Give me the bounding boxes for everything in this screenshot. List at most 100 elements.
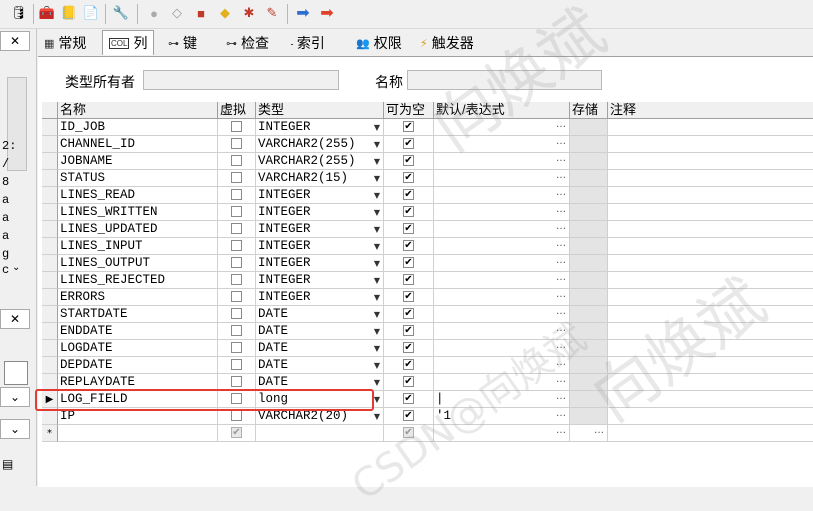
- chevron-down-icon[interactable]: ▼: [374, 306, 380, 322]
- cell-default[interactable]: …: [434, 204, 570, 221]
- cell-type[interactable]: INTEGER ▼: [256, 119, 384, 136]
- close-button-2[interactable]: ✕: [0, 309, 30, 329]
- cell-default[interactable]: …: [434, 119, 570, 136]
- red-gear-icon[interactable]: ✱: [240, 4, 258, 22]
- virtual-checkbox[interactable]: [231, 138, 242, 149]
- ellipsis-icon[interactable]: …: [556, 238, 566, 252]
- nullable-checkbox[interactable]: ✔: [403, 172, 414, 183]
- chevron-down-icon[interactable]: ▼: [374, 153, 380, 169]
- dropdown-2[interactable]: ⌄: [0, 419, 30, 439]
- nullable-checkbox[interactable]: ✔: [403, 257, 414, 268]
- virtual-checkbox[interactable]: [231, 223, 242, 234]
- virtual-checkbox[interactable]: [231, 155, 242, 166]
- cell-storage[interactable]: [570, 323, 608, 340]
- cell-default[interactable]: …: [434, 187, 570, 204]
- chevron-down-icon[interactable]: ▼: [374, 391, 380, 407]
- cell-comment[interactable]: [608, 357, 813, 374]
- cell-virtual[interactable]: [218, 221, 256, 238]
- cell-type[interactable]: INTEGER ▼: [256, 221, 384, 238]
- document-icon[interactable]: 📄: [82, 4, 100, 22]
- virtual-checkbox[interactable]: [231, 274, 242, 285]
- ellipsis-icon[interactable]: …: [556, 136, 566, 150]
- ellipsis-icon[interactable]: …: [556, 119, 566, 133]
- cell-storage[interactable]: [570, 119, 608, 136]
- chevron-down-icon[interactable]: ▼: [374, 238, 380, 254]
- cell-name[interactable]: LINES_READ: [58, 187, 218, 204]
- cell-virtual[interactable]: [218, 340, 256, 357]
- cell-type[interactable]: DATE ▼: [256, 306, 384, 323]
- color-box[interactable]: [4, 361, 28, 385]
- ellipsis-icon[interactable]: …: [556, 289, 566, 303]
- tab-checks[interactable]: ⊶ 检查: [226, 32, 269, 54]
- cell-name[interactable]: ID_JOB: [58, 119, 218, 136]
- cell-virtual[interactable]: [218, 357, 256, 374]
- cell-name[interactable]: LINES_INPUT: [58, 238, 218, 255]
- ellipsis-icon[interactable]: …: [556, 187, 566, 201]
- cell-type[interactable]: INTEGER ▼: [256, 187, 384, 204]
- sql-exec-icon[interactable]: ●: [145, 4, 163, 22]
- header-default[interactable]: 默认/表达式: [434, 102, 570, 119]
- ellipsis-icon[interactable]: …: [556, 153, 566, 167]
- cell-type[interactable]: [256, 425, 384, 442]
- cell-type[interactable]: DATE ▼: [256, 323, 384, 340]
- chevron-down-icon[interactable]: ▼: [374, 204, 380, 220]
- cell-name[interactable]: ERRORS: [58, 289, 218, 306]
- cell-default[interactable]: …: [434, 170, 570, 187]
- nullable-checkbox[interactable]: ✔: [403, 189, 414, 200]
- eraser-icon[interactable]: ◇: [168, 4, 186, 22]
- cell-storage[interactable]: [570, 204, 608, 221]
- wrench-icon[interactable]: 🔧: [112, 4, 130, 22]
- cell-nullable[interactable]: ✔: [384, 187, 434, 204]
- cell-storage[interactable]: [570, 238, 608, 255]
- ellipsis-icon[interactable]: …: [556, 272, 566, 286]
- nullable-checkbox[interactable]: ✔: [403, 427, 414, 438]
- cell-type[interactable]: INTEGER ▼: [256, 272, 384, 289]
- cell-type[interactable]: INTEGER ▼: [256, 289, 384, 306]
- ellipsis-icon[interactable]: …: [556, 221, 566, 235]
- cell-name[interactable]: STATUS: [58, 170, 218, 187]
- cell-nullable[interactable]: ✔: [384, 255, 434, 272]
- ellipsis-icon[interactable]: …: [556, 204, 566, 218]
- cell-storage[interactable]: [570, 374, 608, 391]
- cell-name[interactable]: DEPDATE: [58, 357, 218, 374]
- cell-name[interactable]: [58, 425, 218, 442]
- nullable-checkbox[interactable]: ✔: [403, 308, 414, 319]
- cell-default[interactable]: …: [434, 153, 570, 170]
- ellipsis-icon[interactable]: …: [556, 408, 566, 422]
- cell-virtual[interactable]: [218, 204, 256, 221]
- nullable-checkbox[interactable]: ✔: [403, 121, 414, 132]
- nullable-checkbox[interactable]: ✔: [403, 274, 414, 285]
- cell-default[interactable]: …: [434, 340, 570, 357]
- ellipsis-icon[interactable]: …: [556, 340, 566, 354]
- cell-storage[interactable]: [570, 306, 608, 323]
- name-field[interactable]: [407, 70, 602, 90]
- cell-default[interactable]: '1…: [434, 408, 570, 425]
- cell-comment[interactable]: [608, 119, 813, 136]
- virtual-checkbox[interactable]: [231, 189, 242, 200]
- cell-storage[interactable]: [570, 391, 608, 408]
- chevron-down-icon[interactable]: ▼: [374, 357, 380, 373]
- close-button[interactable]: ✕: [0, 31, 30, 51]
- cell-nullable[interactable]: ✔: [384, 119, 434, 136]
- cell-default[interactable]: …: [434, 357, 570, 374]
- cell-nullable[interactable]: ✔: [384, 136, 434, 153]
- cell-name[interactable]: CHANNEL_ID: [58, 136, 218, 153]
- cell-virtual[interactable]: ✔: [218, 425, 256, 442]
- cell-virtual[interactable]: [218, 289, 256, 306]
- chevron-down-icon[interactable]: ▼: [374, 272, 380, 288]
- cell-nullable[interactable]: ✔: [384, 272, 434, 289]
- cell-virtual[interactable]: [218, 255, 256, 272]
- cell-type[interactable]: INTEGER ▼: [256, 255, 384, 272]
- dropdown-1[interactable]: ⌄: [0, 387, 30, 407]
- header-virtual[interactable]: 虚拟: [218, 102, 256, 119]
- header-comment[interactable]: 注释: [608, 102, 813, 119]
- cell-nullable[interactable]: ✔: [384, 323, 434, 340]
- cell-storage[interactable]: [570, 170, 608, 187]
- nullable-checkbox[interactable]: ✔: [403, 410, 414, 421]
- ellipsis-icon[interactable]: …: [556, 255, 566, 269]
- ellipsis-icon[interactable]: …: [556, 425, 566, 439]
- cell-comment[interactable]: [608, 408, 813, 425]
- chevron-down-icon[interactable]: ▼: [374, 221, 380, 237]
- tab-triggers[interactable]: ⚡ 触发器: [420, 32, 474, 54]
- cell-type[interactable]: VARCHAR2(15) ▼: [256, 170, 384, 187]
